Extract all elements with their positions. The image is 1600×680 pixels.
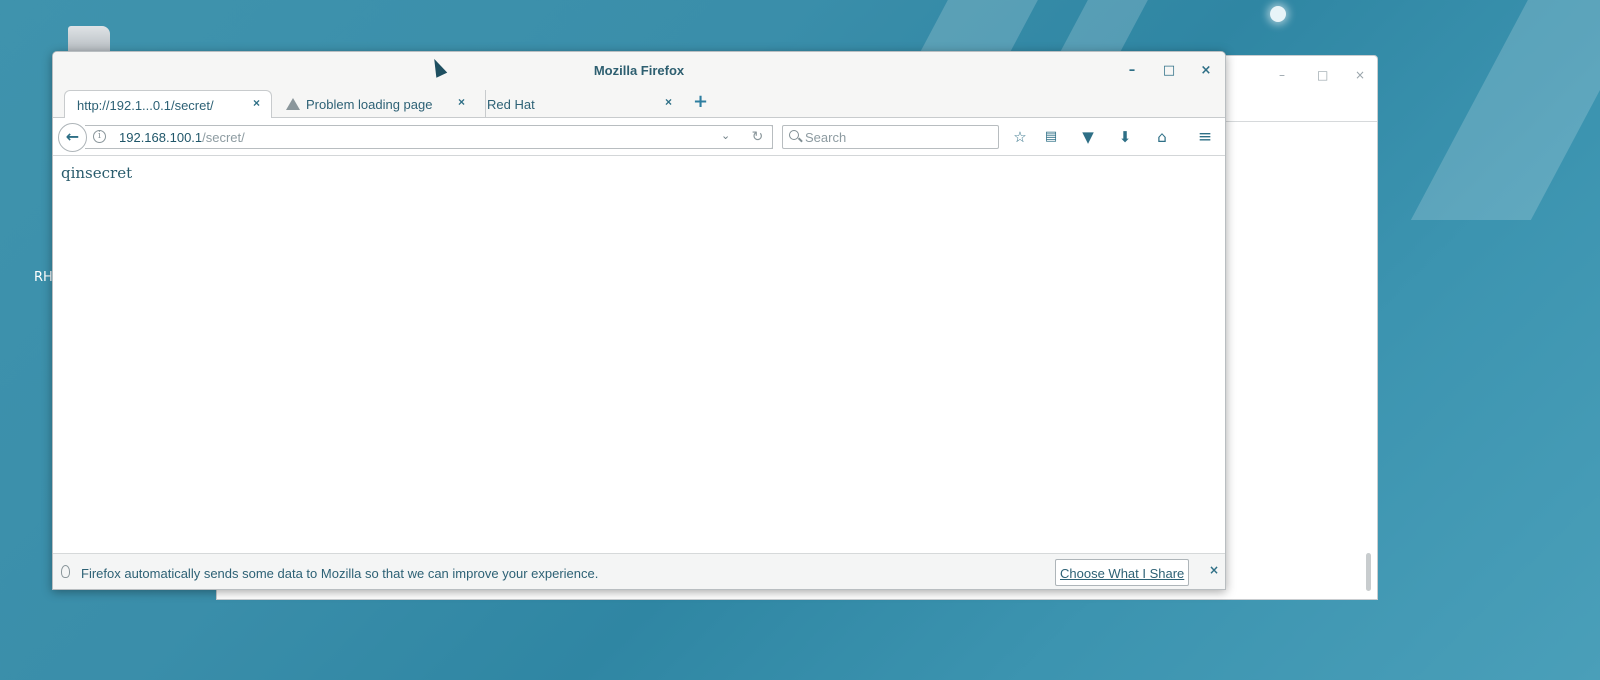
desktop-icon-label[interactable]: RH	[34, 270, 53, 285]
tab-red-hat[interactable]: Red Hat ×	[475, 90, 685, 118]
lightbulb-icon	[61, 565, 70, 578]
page-body-text: qinsecret	[61, 164, 133, 182]
back-arrow-icon[interactable]: ←	[58, 123, 87, 152]
reload-icon[interactable]: ↻	[743, 125, 773, 149]
pocket-icon[interactable]: ▼	[1077, 127, 1099, 147]
desktop-glow-dot	[1270, 6, 1286, 22]
download-icon[interactable]: ⬇	[1114, 127, 1136, 147]
tab-close-icon[interactable]: ×	[253, 96, 260, 110]
warning-icon	[286, 98, 300, 110]
url-host: 192.168.100.1	[119, 130, 203, 145]
close-button[interactable]: ×	[1195, 60, 1217, 82]
search-icon	[789, 130, 799, 140]
reading-list-icon[interactable]: ▤	[1040, 127, 1062, 147]
notification-close-icon[interactable]: ×	[1209, 563, 1219, 577]
background-close-button[interactable]: ×	[1355, 68, 1365, 82]
background-minimize-button[interactable]: –	[1279, 68, 1285, 82]
tab-label: Red Hat	[487, 97, 535, 112]
minimize-button[interactable]: –	[1121, 60, 1143, 82]
menu-icon[interactable]: ≡	[1194, 127, 1216, 147]
bookmark-star-icon[interactable]: ☆	[1009, 127, 1031, 147]
new-tab-button[interactable]: +	[693, 91, 708, 112]
tab-label: http://192.1...0.1/secret/	[77, 98, 214, 113]
url-path: /secret/	[202, 130, 245, 145]
tab-strip: http://192.1...0.1/secret/ × Problem loa…	[53, 88, 1225, 119]
tab-secret[interactable]: http://192.1...0.1/secret/ ×	[64, 90, 272, 119]
page-content: qinsecret	[53, 156, 1225, 553]
info-icon[interactable]: i	[93, 130, 106, 143]
navigation-bar: 192.168.100.1/secret/ i ⌄ ↻ ← Search ☆ ▤…	[53, 118, 1225, 156]
desktop-decoration	[1410, 0, 1600, 220]
background-maximize-button[interactable]: □	[1317, 68, 1328, 82]
notification-message: Firefox automatically sends some data to…	[81, 566, 599, 581]
tab-label: Problem loading page	[306, 97, 433, 112]
search-input[interactable]: Search	[782, 125, 999, 149]
url-text[interactable]: 192.168.100.1/secret/	[97, 130, 245, 145]
firefox-window: Mozilla Firefox – □ × http://192.1...0.1…	[52, 51, 1226, 590]
tab-problem-loading[interactable]: Problem loading page ×	[274, 90, 486, 118]
url-bar[interactable]: 192.168.100.1/secret/	[85, 125, 773, 149]
background-scrollbar[interactable]	[1366, 553, 1371, 591]
tab-close-icon[interactable]: ×	[665, 95, 672, 109]
home-icon[interactable]: ⌂	[1151, 127, 1173, 147]
maximize-button[interactable]: □	[1158, 60, 1180, 82]
choose-what-i-share-button[interactable]: Choose What I Share	[1055, 559, 1190, 586]
data-sharing-notification: Firefox automatically sends some data to…	[53, 553, 1225, 589]
titlebar[interactable]: Mozilla Firefox – □ ×	[53, 52, 1225, 88]
window-title: Mozilla Firefox	[593, 63, 685, 78]
dropdown-icon[interactable]: ⌄	[721, 129, 730, 142]
tab-close-icon[interactable]: ×	[458, 95, 465, 109]
